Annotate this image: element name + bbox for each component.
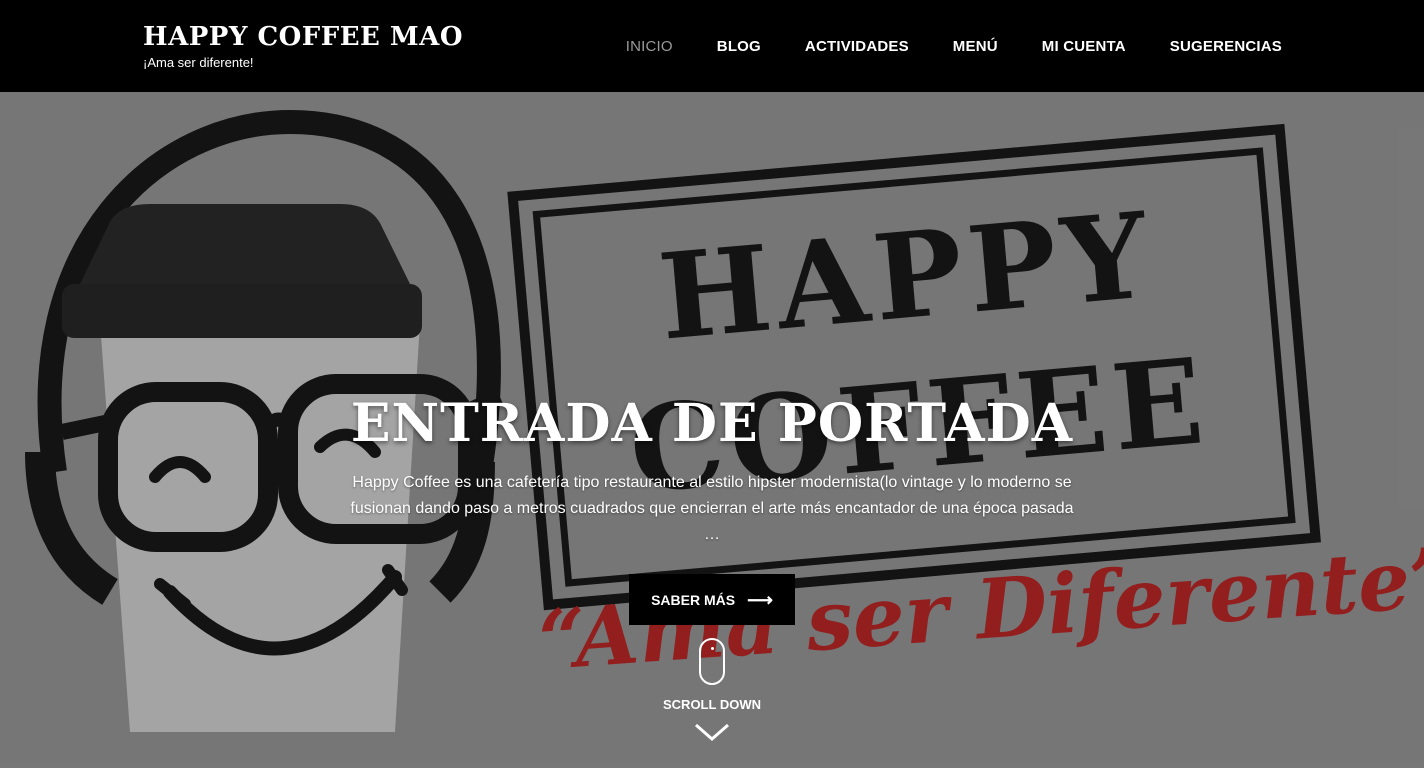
hero-title: ENTRADA DE PORTADA [350,393,1074,454]
nav-item-actividades[interactable]: ACTIVIDADES [805,38,909,55]
site-header: HAPPY COFFEE MAO ¡Ama ser diferente! INI… [0,0,1424,92]
saber-mas-button[interactable]: SABER MÁS ⟶ [629,574,795,625]
nav-item-sugerencias[interactable]: SUGERENCIAS [1170,38,1282,55]
site-title-link[interactable]: HAPPY COFFEE MAO [143,22,463,52]
nav-item-inicio[interactable]: INICIO [626,38,673,55]
scroll-down-link[interactable]: SCROLL DOWN [652,638,772,742]
mouse-icon [699,638,725,685]
main-navigation: INICIO BLOG ACTIVIDADES MENÚ MI CUENTA S… [626,38,1282,55]
scroll-down-label: SCROLL DOWN [663,697,761,712]
hero-description: Happy Coffee es una cafetería tipo resta… [350,474,1074,543]
hero-section: HAPPY COFFEE “Ama ser Diferente” ENTRADA… [0,92,1424,768]
hero-content: ENTRADA DE PORTADA Happy Coffee es una c… [312,392,1112,625]
brand: HAPPY COFFEE MAO ¡Ama ser diferente! [143,22,463,70]
chevron-down-icon [695,723,729,741]
nav-item-menu[interactable]: MENÚ [953,38,998,55]
arrow-right-icon: ⟶ [747,589,773,610]
saber-mas-label: SABER MÁS [651,591,736,608]
site-tagline: ¡Ama ser diferente! [143,55,254,70]
nav-item-mi-cuenta[interactable]: MI CUENTA [1042,38,1126,55]
nav-item-blog[interactable]: BLOG [717,38,761,55]
